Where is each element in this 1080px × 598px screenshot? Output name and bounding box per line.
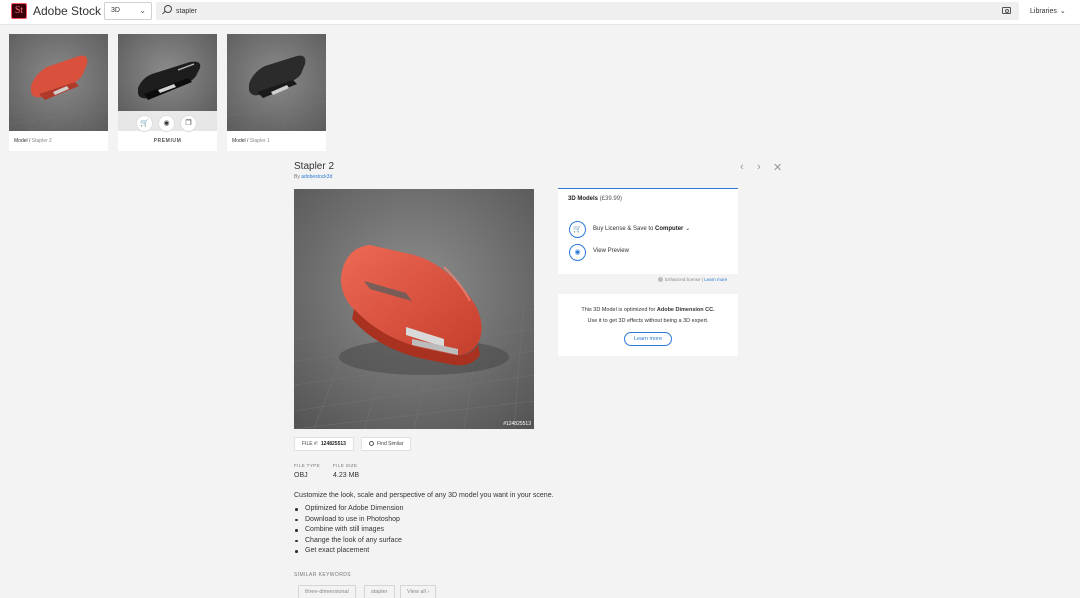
by-label: By [294,174,300,180]
libraries-label: Libraries [1030,8,1057,15]
asset-type: Model [14,138,28,144]
view-all-keywords-button[interactable]: View all › [400,585,437,598]
result-thumbnail[interactable]: Model / Stapler 1 [227,34,326,151]
keyword-chip[interactable]: three-dimensional [298,585,356,598]
dimension-promo-panel: This 3D Model is optimized for Adobe Dim… [558,294,738,356]
feature-list: Optimized for Adobe Dimension Download t… [294,504,403,557]
thumbnail-caption: Model / Stapler 2 [14,138,52,144]
category-select-value: 3D [111,7,120,14]
file-size-label: FILE SIZE [333,463,358,468]
asset-preview-image[interactable]: #124825513 [294,189,534,429]
file-type-value: OBJ [294,472,308,479]
buy-target: Computer [655,226,684,232]
file-number-label: FILE #: [302,441,319,447]
next-icon[interactable]: › [757,161,761,173]
search-input[interactable] [176,4,976,18]
find-similar-button[interactable]: ❐ [180,115,197,132]
purchase-heading: 3D Models (£39.99) [568,196,622,202]
brand-name[interactable]: Adobe Stock [33,4,101,18]
list-item: Download to use in Photoshop [294,515,403,526]
search-icon [369,441,374,446]
license-learn-more-link[interactable]: Learn more [704,277,727,282]
file-size-value: 4.23 MB [333,472,360,479]
preview-button[interactable]: ◉ [158,115,175,132]
promo-text: This 3D Model is optimized for [581,307,656,313]
view-preview-button[interactable]: View Preview [593,248,629,254]
author-link[interactable]: adobestock3d [301,174,332,180]
similar-icon: ❐ [185,120,192,127]
asset-name: Stapler 1 [249,138,270,144]
cart-icon[interactable]: 🛒 [569,221,586,238]
thumbnail-image[interactable] [227,34,326,131]
license-note: Enhanced license | Learn more [658,277,727,282]
close-icon[interactable]: ✕ [773,161,782,174]
similar-keywords-label: SIMILAR KEYWORDS [294,572,351,578]
promo-line-2: Use it to get 3D effects without being a… [587,318,709,324]
cart-icon: 🛒 [140,120,149,127]
check-icon [658,277,663,282]
buy-license-label: Buy License & Save to [593,226,654,232]
search-bar [156,2,1019,20]
chevron-down-icon: ⌄ [1059,8,1066,15]
asset-description: Customize the look, scale and perspectiv… [294,492,554,499]
result-thumbnail[interactable]: Model / Stapler 2 [9,34,108,151]
file-number-badge: FILE #: 124825513 [294,437,354,451]
asset-author-line: By adobestock3d [294,174,332,180]
license-text: Enhanced license | [665,277,703,282]
file-number: 124825513 [320,441,346,447]
camera-icon[interactable] [1002,7,1011,14]
top-bar: St Adobe Stock 3D ⌄ Libraries⌄ [0,0,1080,25]
category-select[interactable]: 3D ⌄ [104,2,152,20]
thumbnail-caption: Model / Stapler 1 [232,138,270,144]
eye-icon: ◉ [163,120,170,127]
list-item: Get exact placement [294,546,403,557]
libraries-menu[interactable]: Libraries ⌄ [1030,7,1066,15]
eye-icon[interactable]: ◉ [569,244,586,261]
promo-product: Adobe Dimension CC. [656,307,715,313]
learn-more-button[interactable]: Learn more [624,332,672,346]
promo-line-1: This 3D Model is optimized for Adobe Dim… [558,307,738,313]
find-similar-label: Find Similar [377,441,404,447]
keyword-chip[interactable]: stapler [364,585,395,598]
list-item: Combine with still images [294,525,403,536]
premium-badge: PREMIUM [153,138,182,144]
find-similar-button[interactable]: Find Similar [361,437,412,451]
license-type: 3D Models [568,196,599,202]
buy-license-button[interactable]: Buy License & Save to Computer ⌄ [593,225,690,232]
chevron-down-icon: ⌄ [139,6,146,15]
license-price: (£39.99) [599,196,623,202]
search-icon [164,5,172,13]
add-to-cart-button[interactable]: 🛒 [136,115,153,132]
result-thumbnail[interactable]: 🛒 ◉ ❐ PREMIUM [118,34,217,151]
chevron-down-icon: ⌄ [685,226,691,232]
file-type-label: FILE TYPE [294,463,321,468]
asset-name: Stapler 2 [31,138,52,144]
previous-icon[interactable]: ‹ [740,161,744,173]
purchase-panel: 3D Models (£39.99) 🛒 Buy License & Save … [558,188,738,274]
list-item: Optimized for Adobe Dimension [294,504,403,515]
adobe-stock-logo[interactable]: St [11,3,27,19]
file-id-overlay: #124825513 [503,421,531,427]
asset-title: Stapler 2 [294,161,335,172]
thumbnail-image[interactable] [9,34,108,131]
asset-type: Model [232,138,246,144]
list-item: Change the look of any surface [294,536,403,547]
